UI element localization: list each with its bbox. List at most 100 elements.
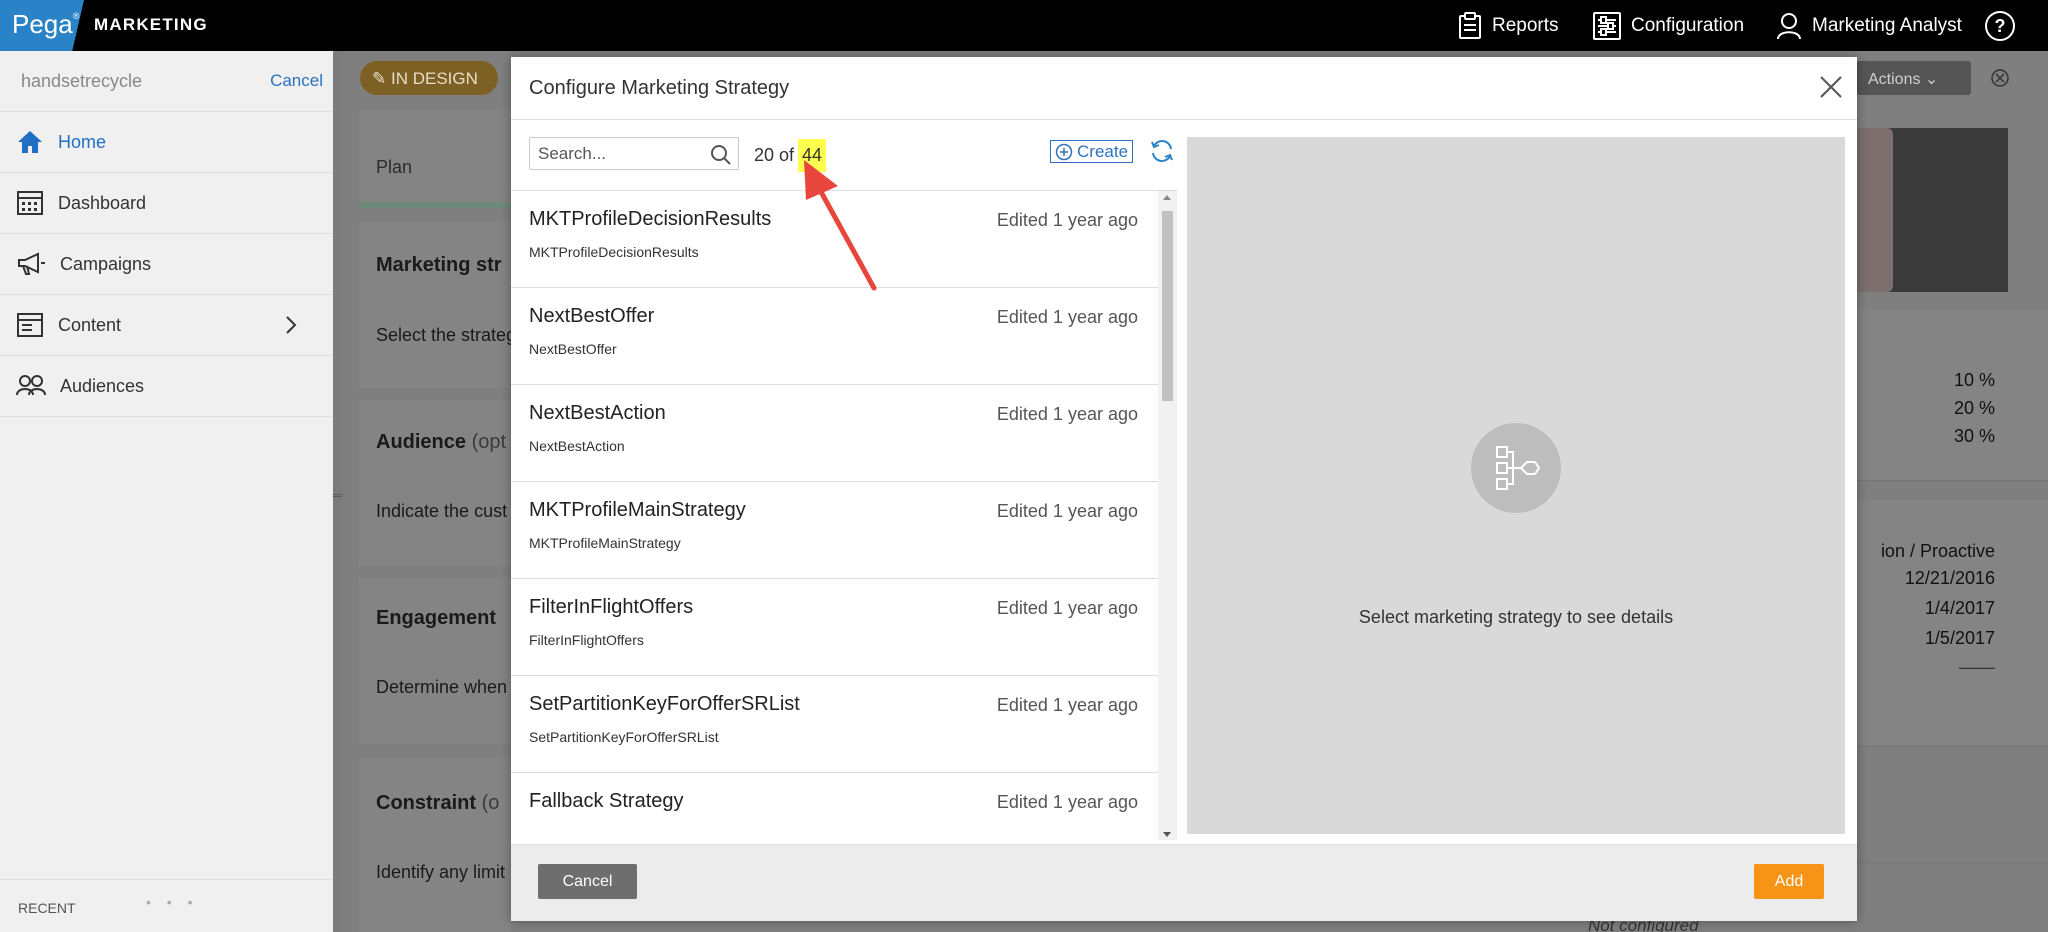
- strategy-name: MKTProfileMainStrategy: [529, 499, 746, 521]
- modal-footer: Cancel Add: [511, 844, 1857, 921]
- create-label: Create: [1077, 141, 1129, 161]
- constraint-card: [359, 758, 511, 932]
- list-item[interactable]: Fallback Strategy Edited 1 year ago: [511, 773, 1158, 840]
- list-scrollbar[interactable]: [1158, 191, 1177, 840]
- percent-1: 10 %: [1953, 370, 1995, 390]
- status-badge-label: IN DESIGN: [390, 69, 478, 88]
- edited-time: Edited 1 year ago: [996, 598, 1138, 618]
- top-bar: Pega® MARKETING Reports Configuration Ma…: [0, 0, 2048, 51]
- strategy-detail-panel: Select marketing strategy to see details: [1187, 137, 1845, 834]
- sidebar-cancel-link[interactable]: Cancel: [270, 71, 323, 91]
- user-menu[interactable]: Marketing Analyst: [1776, 0, 1962, 51]
- plan-progress: [359, 202, 511, 208]
- close-icon[interactable]: [1819, 75, 1843, 99]
- help-button[interactable]: ?: [1984, 0, 2026, 51]
- configuration-label: Configuration: [1631, 14, 1745, 36]
- sidebar-item-dashboard[interactable]: Dashboard: [0, 173, 333, 234]
- recent-loading-dots: • • •: [146, 894, 199, 910]
- constraint-desc: Identify any limit: [376, 862, 506, 882]
- constraint-heading-text: Constraint: [376, 792, 476, 814]
- chevron-down-icon: ⌄: [1924, 71, 1939, 88]
- megaphone-icon: [18, 252, 45, 275]
- sidebar-item-campaigns[interactable]: Campaigns: [0, 234, 333, 295]
- marketing-strategy-card: [359, 222, 511, 388]
- strategy-id: MKTProfileMainStrategy: [529, 535, 681, 551]
- recent-label: RECENT: [18, 900, 76, 916]
- user-label: Marketing Analyst: [1812, 14, 1962, 36]
- audiences-icon: [16, 375, 46, 396]
- configure-strategy-modal: Configure Marketing Strategy 20 of 44 Cr…: [511, 57, 1857, 921]
- home-icon: [18, 131, 42, 153]
- refresh-icon[interactable]: [1149, 138, 1175, 164]
- result-count-total: 44: [798, 139, 827, 172]
- create-button[interactable]: Create: [1050, 140, 1134, 163]
- list-item[interactable]: MKTProfileMainStrategy MKTProfileMainStr…: [511, 482, 1158, 579]
- marketing-strategy-desc: Select the strateg: [376, 325, 517, 345]
- strategy-name: MKTProfileDecisionResults: [529, 208, 772, 230]
- list-item[interactable]: FilterInFlightOffers FilterInFlightOffer…: [511, 579, 1158, 676]
- search-box: [529, 137, 739, 170]
- edited-time: Edited 1 year ago: [996, 501, 1138, 521]
- constraint-heading: Constraint (o: [376, 792, 499, 815]
- marketing-strategy-heading: Marketing str: [376, 254, 502, 276]
- configuration-menu[interactable]: Configuration: [1593, 0, 1744, 51]
- strategy-name: FilterInFlightOffers: [529, 596, 694, 618]
- splitter-grip: ═: [333, 488, 342, 502]
- reports-menu[interactable]: Reports: [1458, 0, 1559, 51]
- modal-title: Configure Marketing Strategy: [529, 77, 790, 99]
- edited-time: Edited 1 year ago: [996, 307, 1138, 327]
- date-1: 12/21/2016: [1904, 568, 1995, 588]
- sidebar-item-label: Campaigns: [60, 253, 152, 274]
- scroll-thumb[interactable]: [1162, 211, 1173, 401]
- modal-header: Configure Marketing Strategy: [511, 57, 1857, 120]
- actions-button[interactable]: Actions ⌄: [1856, 61, 1971, 95]
- search-input[interactable]: [530, 138, 705, 169]
- sidebar-item-label: Dashboard: [58, 192, 147, 213]
- engagement-heading: Engagement: [376, 607, 497, 629]
- detail-placeholder-text: Select marketing strategy to see details: [1358, 607, 1674, 627]
- close-circle-icon[interactable]: [1990, 68, 2010, 88]
- svg-text:?: ?: [1995, 16, 2006, 36]
- cancel-button[interactable]: Cancel: [538, 864, 637, 899]
- audience-heading-text: Audience: [376, 431, 467, 453]
- status-badge: ✎ IN DESIGN: [360, 61, 498, 95]
- edited-time: Edited 1 year ago: [996, 210, 1138, 230]
- edited-time: Edited 1 year ago: [996, 695, 1138, 715]
- list-item[interactable]: MKTProfileDecisionResults MKTProfileDeci…: [511, 191, 1158, 288]
- date-2: 1/4/2017: [1924, 598, 1995, 618]
- plus-circle-icon: [1055, 143, 1073, 160]
- result-count: 20 of 44: [754, 139, 827, 172]
- user-icon: [1777, 12, 1801, 39]
- edited-time: Edited 1 year ago: [996, 404, 1138, 424]
- pencil-icon: ✎: [372, 69, 387, 88]
- scroll-up-arrow[interactable]: [1163, 195, 1171, 200]
- sidebar-item-audiences[interactable]: Audiences: [0, 356, 333, 417]
- sidebar-header: handsetrecycle Cancel: [0, 51, 333, 112]
- pega-logo[interactable]: Pega®: [0, 0, 84, 51]
- chevron-right-icon: [286, 316, 297, 334]
- list-item[interactable]: SetPartitionKeyForOfferSRList SetPartiti…: [511, 676, 1158, 773]
- plan-label: Plan: [376, 157, 413, 177]
- list-item[interactable]: NextBestOffer NextBestOffer Edited 1 yea…: [511, 288, 1158, 385]
- sidebar-item-content[interactable]: Content: [0, 295, 333, 356]
- strategy-id: NextBestOffer: [529, 341, 617, 357]
- add-button[interactable]: Add: [1754, 864, 1824, 899]
- left-sidebar: handsetrecycle Cancel Home Dashboard Cam…: [0, 51, 333, 932]
- audience-card: [359, 400, 511, 566]
- clipboard-icon: [1459, 11, 1481, 39]
- scroll-down-arrow[interactable]: [1163, 832, 1171, 837]
- plan-card: [359, 110, 521, 202]
- reports-label: Reports: [1492, 14, 1559, 36]
- help-icon: ?: [1985, 10, 2015, 41]
- date-3: 1/5/2017: [1924, 628, 1995, 648]
- list-item[interactable]: NextBestAction NextBestAction Edited 1 y…: [511, 385, 1158, 482]
- sliders-icon: [1593, 11, 1621, 40]
- recent-section[interactable]: RECENT • • •: [0, 879, 333, 932]
- audience-optional: (opt: [471, 431, 507, 453]
- audience-desc: Indicate the cust: [376, 501, 508, 521]
- brand-name: Pega: [12, 9, 73, 39]
- sidebar-item-home[interactable]: Home: [0, 112, 333, 173]
- search-icon[interactable]: [710, 144, 732, 166]
- engagement-card: [359, 578, 511, 744]
- sidebar-item-label: Home: [58, 131, 107, 152]
